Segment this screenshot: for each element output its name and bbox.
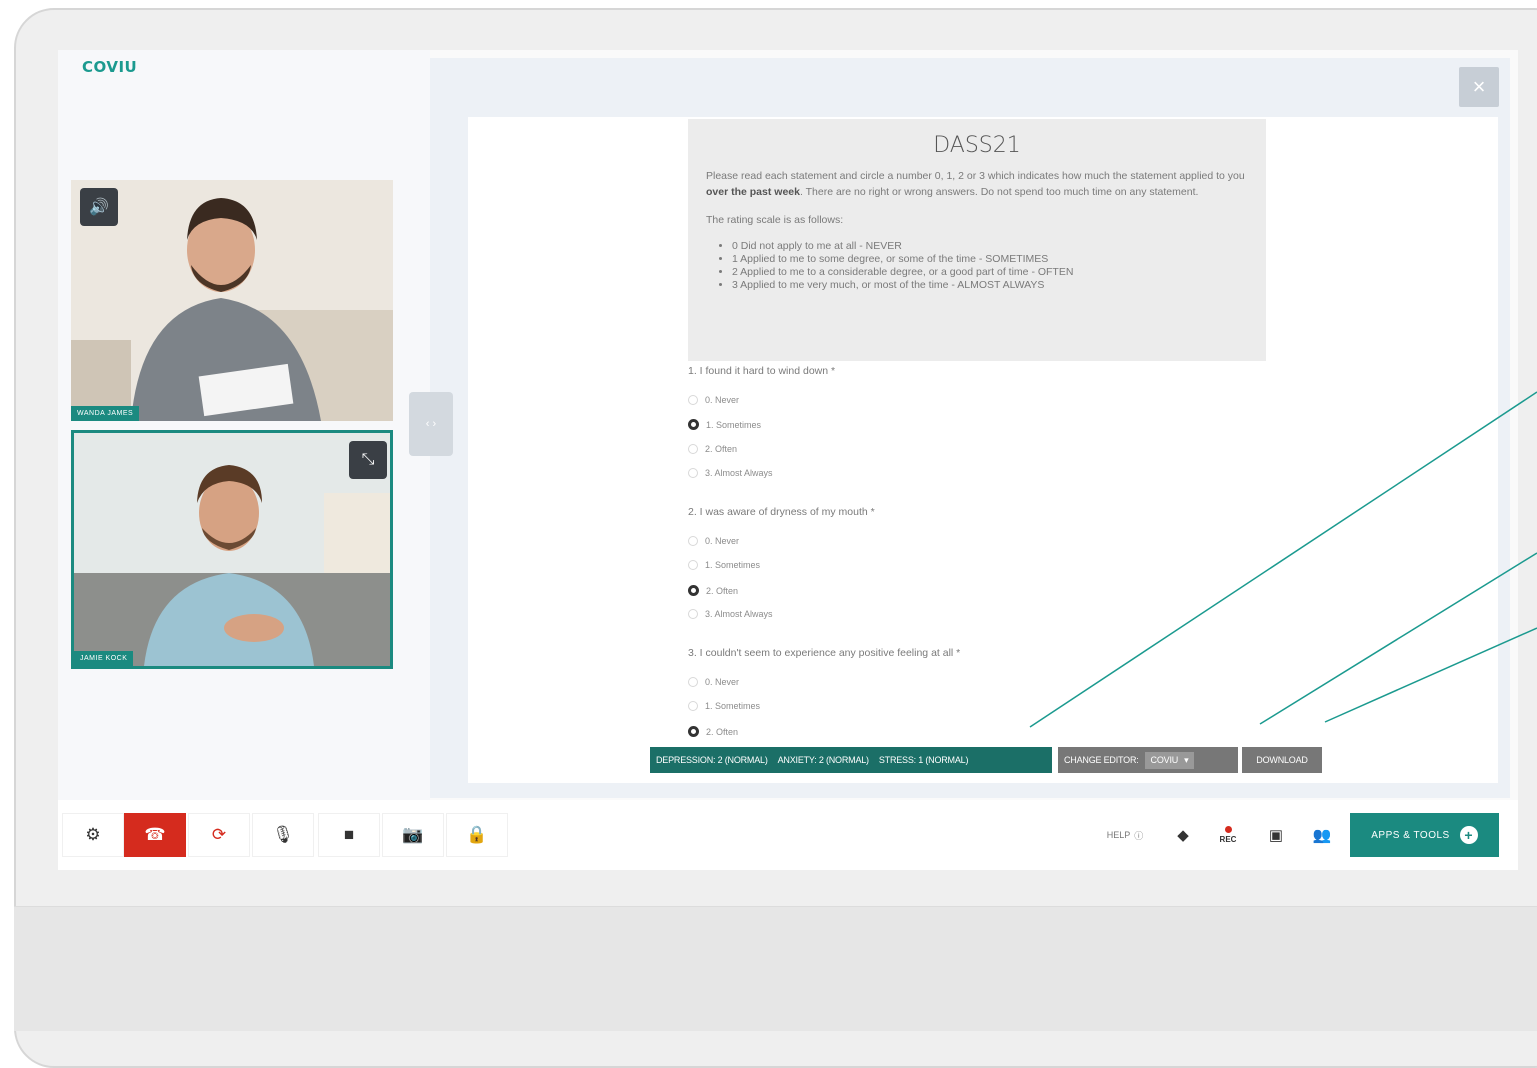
callout-line-download — [1324, 627, 1537, 723]
callout-line-scores — [1029, 391, 1537, 728]
callout-lines — [1029, 391, 1537, 728]
callout-line-editor — [1259, 552, 1537, 725]
